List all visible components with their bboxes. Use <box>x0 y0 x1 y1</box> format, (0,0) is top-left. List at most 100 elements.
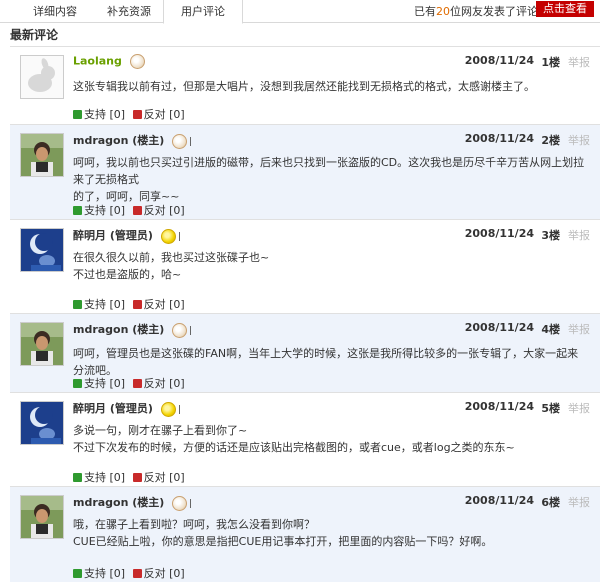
vote-bar: 支持 [0] 反对 [0] <box>73 375 189 391</box>
user-level-icon <box>160 228 176 244</box>
vote-bar: 支持 [0] 反对 [0] <box>73 469 189 485</box>
avatar[interactable] <box>20 495 64 539</box>
separator <box>190 498 192 508</box>
oppose-button[interactable]: 反对 [0] <box>132 296 185 312</box>
support-count: [0] <box>109 204 126 217</box>
oppose-count: [0] <box>169 298 185 311</box>
report-link[interactable]: 举报 <box>568 321 590 337</box>
comment-date: 2008/11/24 <box>464 400 534 413</box>
comment-item: mdragon (楼主) 2008/11/24 2楼 举报 呵呵，我以前也只买过… <box>10 124 600 219</box>
oppose-count: [0] <box>169 567 185 580</box>
user-level-icon <box>172 133 188 149</box>
view-comments-button[interactable]: 点击查看 <box>536 1 594 17</box>
avatar[interactable] <box>20 401 64 445</box>
summary-suffix: 位网友发表了评论 <box>450 5 538 18</box>
oppose-label: 反对 <box>143 377 166 390</box>
support-button[interactable]: 支持 [0] <box>73 375 125 391</box>
thumbs-up-icon <box>73 206 82 215</box>
oppose-label: 反对 <box>143 471 166 484</box>
tab-bar: 详细内容 补充资源 用户评论 已有20位网友发表了评论 点击查看 <box>0 0 600 24</box>
comment-author[interactable]: 醉明月 (管理员) <box>73 227 180 244</box>
vote-bar: 支持 [0] 反对 [0] <box>73 106 189 122</box>
user-level-icon <box>172 322 188 338</box>
support-label: 支持 <box>84 471 106 484</box>
comment-count: 20 <box>436 5 450 18</box>
oppose-button[interactable]: 反对 [0] <box>132 106 185 122</box>
avatar[interactable] <box>20 228 64 272</box>
comment-date: 2008/11/24 <box>464 494 534 507</box>
thumbs-down-icon <box>132 569 142 578</box>
floor-number: 2楼 <box>541 134 560 147</box>
oppose-button[interactable]: 反对 [0] <box>132 202 185 218</box>
report-link[interactable]: 举报 <box>568 132 590 148</box>
oppose-label: 反对 <box>143 298 166 311</box>
thumbs-down-icon <box>132 206 142 215</box>
tab-resources[interactable]: 补充资源 <box>96 0 162 22</box>
oppose-count: [0] <box>169 471 185 484</box>
support-button[interactable]: 支持 [0] <box>73 469 125 485</box>
thumbs-down-icon <box>132 473 142 482</box>
support-count: [0] <box>109 567 126 580</box>
avatar[interactable] <box>20 55 64 99</box>
vote-bar: 支持 [0] 反对 [0] <box>73 565 189 581</box>
comment-item: 醉明月 (管理员) 2008/11/24 3楼 举报 在很久很久以前，我也买过这… <box>10 219 600 313</box>
comment-author[interactable]: Laolang <box>73 54 145 69</box>
comment-line: 呵呵，管理员也是这张碟的FAN啊，当年上大学的时候，这张是我所得比较多的一张专辑… <box>73 347 579 377</box>
support-label: 支持 <box>84 298 106 311</box>
oppose-label: 反对 <box>143 108 166 121</box>
comment-date: 2008/11/24 <box>464 321 534 334</box>
separator <box>178 404 180 414</box>
separator <box>190 136 192 146</box>
comment-item: 醉明月 (管理员) 2008/11/24 5楼 举报 多说一句，刚才在骡子上看到… <box>10 392 600 486</box>
separator <box>178 231 180 241</box>
comment-summary: 已有20位网友发表了评论 <box>414 3 538 19</box>
support-label: 支持 <box>84 567 106 580</box>
oppose-count: [0] <box>169 377 185 390</box>
floor-number: 4楼 <box>541 323 560 336</box>
oppose-count: [0] <box>169 108 185 121</box>
user-level-icon <box>160 401 176 417</box>
comment-item: Laolang 2008/11/24 1楼 举报 这张专辑我以前有过，但那是大唱… <box>10 46 600 124</box>
comment-text: 这张专辑我以前有过，但那是大唱片，没想到我居然还能找到无损格式的格式，太感谢楼主… <box>73 78 588 95</box>
tab-details[interactable]: 详细内容 <box>22 0 88 22</box>
thumbs-down-icon <box>132 379 142 388</box>
support-button[interactable]: 支持 [0] <box>73 296 125 312</box>
report-link[interactable]: 举报 <box>568 494 590 510</box>
report-link[interactable]: 举报 <box>568 54 590 70</box>
tab-comments[interactable]: 用户评论 <box>163 0 243 24</box>
support-button[interactable]: 支持 [0] <box>73 565 125 581</box>
comment-date: 2008/11/24 <box>464 227 534 240</box>
oppose-button[interactable]: 反对 [0] <box>132 375 185 391</box>
comment-author[interactable]: 醉明月 (管理员) <box>73 400 180 417</box>
support-button[interactable]: 支持 [0] <box>73 202 125 218</box>
support-count: [0] <box>109 108 126 121</box>
thumbs-up-icon <box>73 379 82 388</box>
comment-line: 多说一句，刚才在骡子上看到你了~ <box>73 424 248 437</box>
comment-line: 不过下次发布的时候，方便的话还是应该贴出完格截图的，或者cue，或者log之类的… <box>73 441 515 454</box>
comment-line: 哦，在骡子上看到啦？呵呵，我怎么没看到你啊？ <box>73 518 315 531</box>
user-level-icon <box>172 495 188 511</box>
comment-author[interactable]: mdragon (楼主) <box>73 321 192 338</box>
report-link[interactable]: 举报 <box>568 227 590 243</box>
section-title: 最新评论 <box>10 28 59 42</box>
comment-line: 不过也是盗版的，哈~ <box>73 268 182 281</box>
comment-text: 多说一句，刚才在骡子上看到你了~ 不过下次发布的时候，方便的话还是应该贴出完格截… <box>73 422 588 456</box>
thumbs-down-icon <box>132 110 142 119</box>
avatar[interactable] <box>20 133 64 177</box>
floor-number: 6楼 <box>541 496 560 509</box>
thumbs-up-icon <box>73 473 82 482</box>
oppose-button[interactable]: 反对 [0] <box>132 565 185 581</box>
support-count: [0] <box>109 298 126 311</box>
avatar[interactable] <box>20 322 64 366</box>
summary-prefix: 已有 <box>414 5 436 18</box>
vote-bar: 支持 [0] 反对 [0] <box>73 202 189 218</box>
support-button[interactable]: 支持 [0] <box>73 106 125 122</box>
comment-text: 哦，在骡子上看到啦？呵呵，我怎么没看到你啊？ CUE已经贴上啦，你的意思是指把C… <box>73 516 588 550</box>
comment-author[interactable]: mdragon (楼主) <box>73 132 192 149</box>
comment-text: 呵呵，我以前也只买过引进版的磁带，后来也只找到一张盗版的CD。这次我也是历尽千辛… <box>73 154 588 205</box>
thumbs-down-icon <box>132 300 142 309</box>
comment-author[interactable]: mdragon (楼主) <box>73 494 192 511</box>
oppose-button[interactable]: 反对 [0] <box>132 469 185 485</box>
report-link[interactable]: 举报 <box>568 400 590 416</box>
comment-line: 在很久很久以前，我也买过这张碟子也~ <box>73 251 270 264</box>
